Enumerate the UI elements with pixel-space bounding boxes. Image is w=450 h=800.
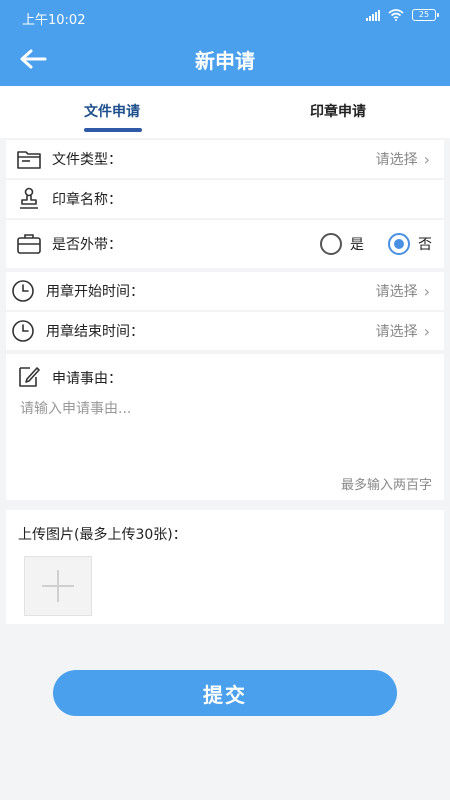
radio-yes[interactable]: 是 (320, 233, 364, 255)
end-time-select[interactable]: 请选择 › (376, 321, 430, 341)
radio-no-label: 否 (418, 237, 432, 253)
chevron-right-icon: › (423, 281, 430, 301)
file-type-select[interactable]: 请选择 › (376, 149, 430, 169)
folder-icon (17, 151, 41, 169)
reason-input[interactable] (20, 398, 430, 468)
seal-name-row[interactable]: 印章名称： (6, 180, 444, 218)
file-type-row[interactable]: 文件类型： 请选择 › (6, 140, 444, 178)
tab-file-application[interactable]: 文件申请 (57, 101, 167, 121)
seal-name-label: 印章名称： (52, 192, 122, 208)
end-time-value: 请选择 (375, 324, 418, 340)
start-time-label: 用章开始时间： (46, 284, 144, 300)
start-time-select[interactable]: 请选择 › (376, 281, 430, 301)
take-out-row: 是否外带： 是 否 (6, 220, 444, 268)
start-time-value: 请选择 (375, 284, 418, 300)
reason-hint: 最多输入两百字 (340, 478, 432, 493)
page-title: 新申请 (195, 49, 255, 73)
take-out-radio-group: 是 否 (320, 233, 432, 255)
stamp-icon (20, 187, 38, 209)
upload-block: 上传图片(最多上传30张)： (6, 510, 444, 624)
status-bar: 上午10:02 25 (0, 0, 450, 34)
file-type-value: 请选择 (375, 152, 418, 168)
wifi-icon (388, 9, 404, 21)
radio-yes-label: 是 (350, 237, 364, 253)
take-out-label: 是否外带： (52, 237, 122, 253)
radio-no[interactable]: 否 (388, 233, 432, 255)
submit-button[interactable]: 提交 (53, 670, 397, 716)
reason-label: 申请事由： (52, 371, 122, 387)
file-type-label: 文件类型： (52, 152, 122, 168)
chevron-right-icon: › (423, 321, 430, 341)
tab-bar: 文件申请 印章申请 (0, 86, 450, 138)
plus-icon (42, 570, 74, 602)
end-time-label: 用章结束时间： (46, 324, 144, 340)
radio-yes-circle[interactable] (320, 233, 342, 255)
status-icons: 25 (366, 9, 439, 21)
chevron-right-icon: › (423, 149, 430, 169)
reason-block: 申请事由： 最多输入两百字 (6, 354, 444, 500)
clock-icon (12, 280, 34, 302)
tab-indicator (84, 128, 142, 132)
app-header: 上午10:02 25 新申请 (0, 0, 450, 86)
clock-icon (12, 320, 34, 342)
edit-icon (19, 367, 40, 387)
battery-icon: 25 (412, 9, 439, 21)
radio-no-circle[interactable] (388, 233, 410, 255)
briefcase-icon (17, 234, 41, 254)
add-image-button[interactable] (24, 556, 92, 616)
end-time-row[interactable]: 用章结束时间： 请选择 › (6, 312, 444, 350)
upload-label: 上传图片(最多上传30张)： (18, 527, 187, 543)
signal-icon (366, 9, 380, 21)
status-time: 上午10:02 (22, 13, 86, 28)
tab-seal-application[interactable]: 印章申请 (283, 101, 393, 121)
start-time-row[interactable]: 用章开始时间： 请选择 › (6, 272, 444, 310)
